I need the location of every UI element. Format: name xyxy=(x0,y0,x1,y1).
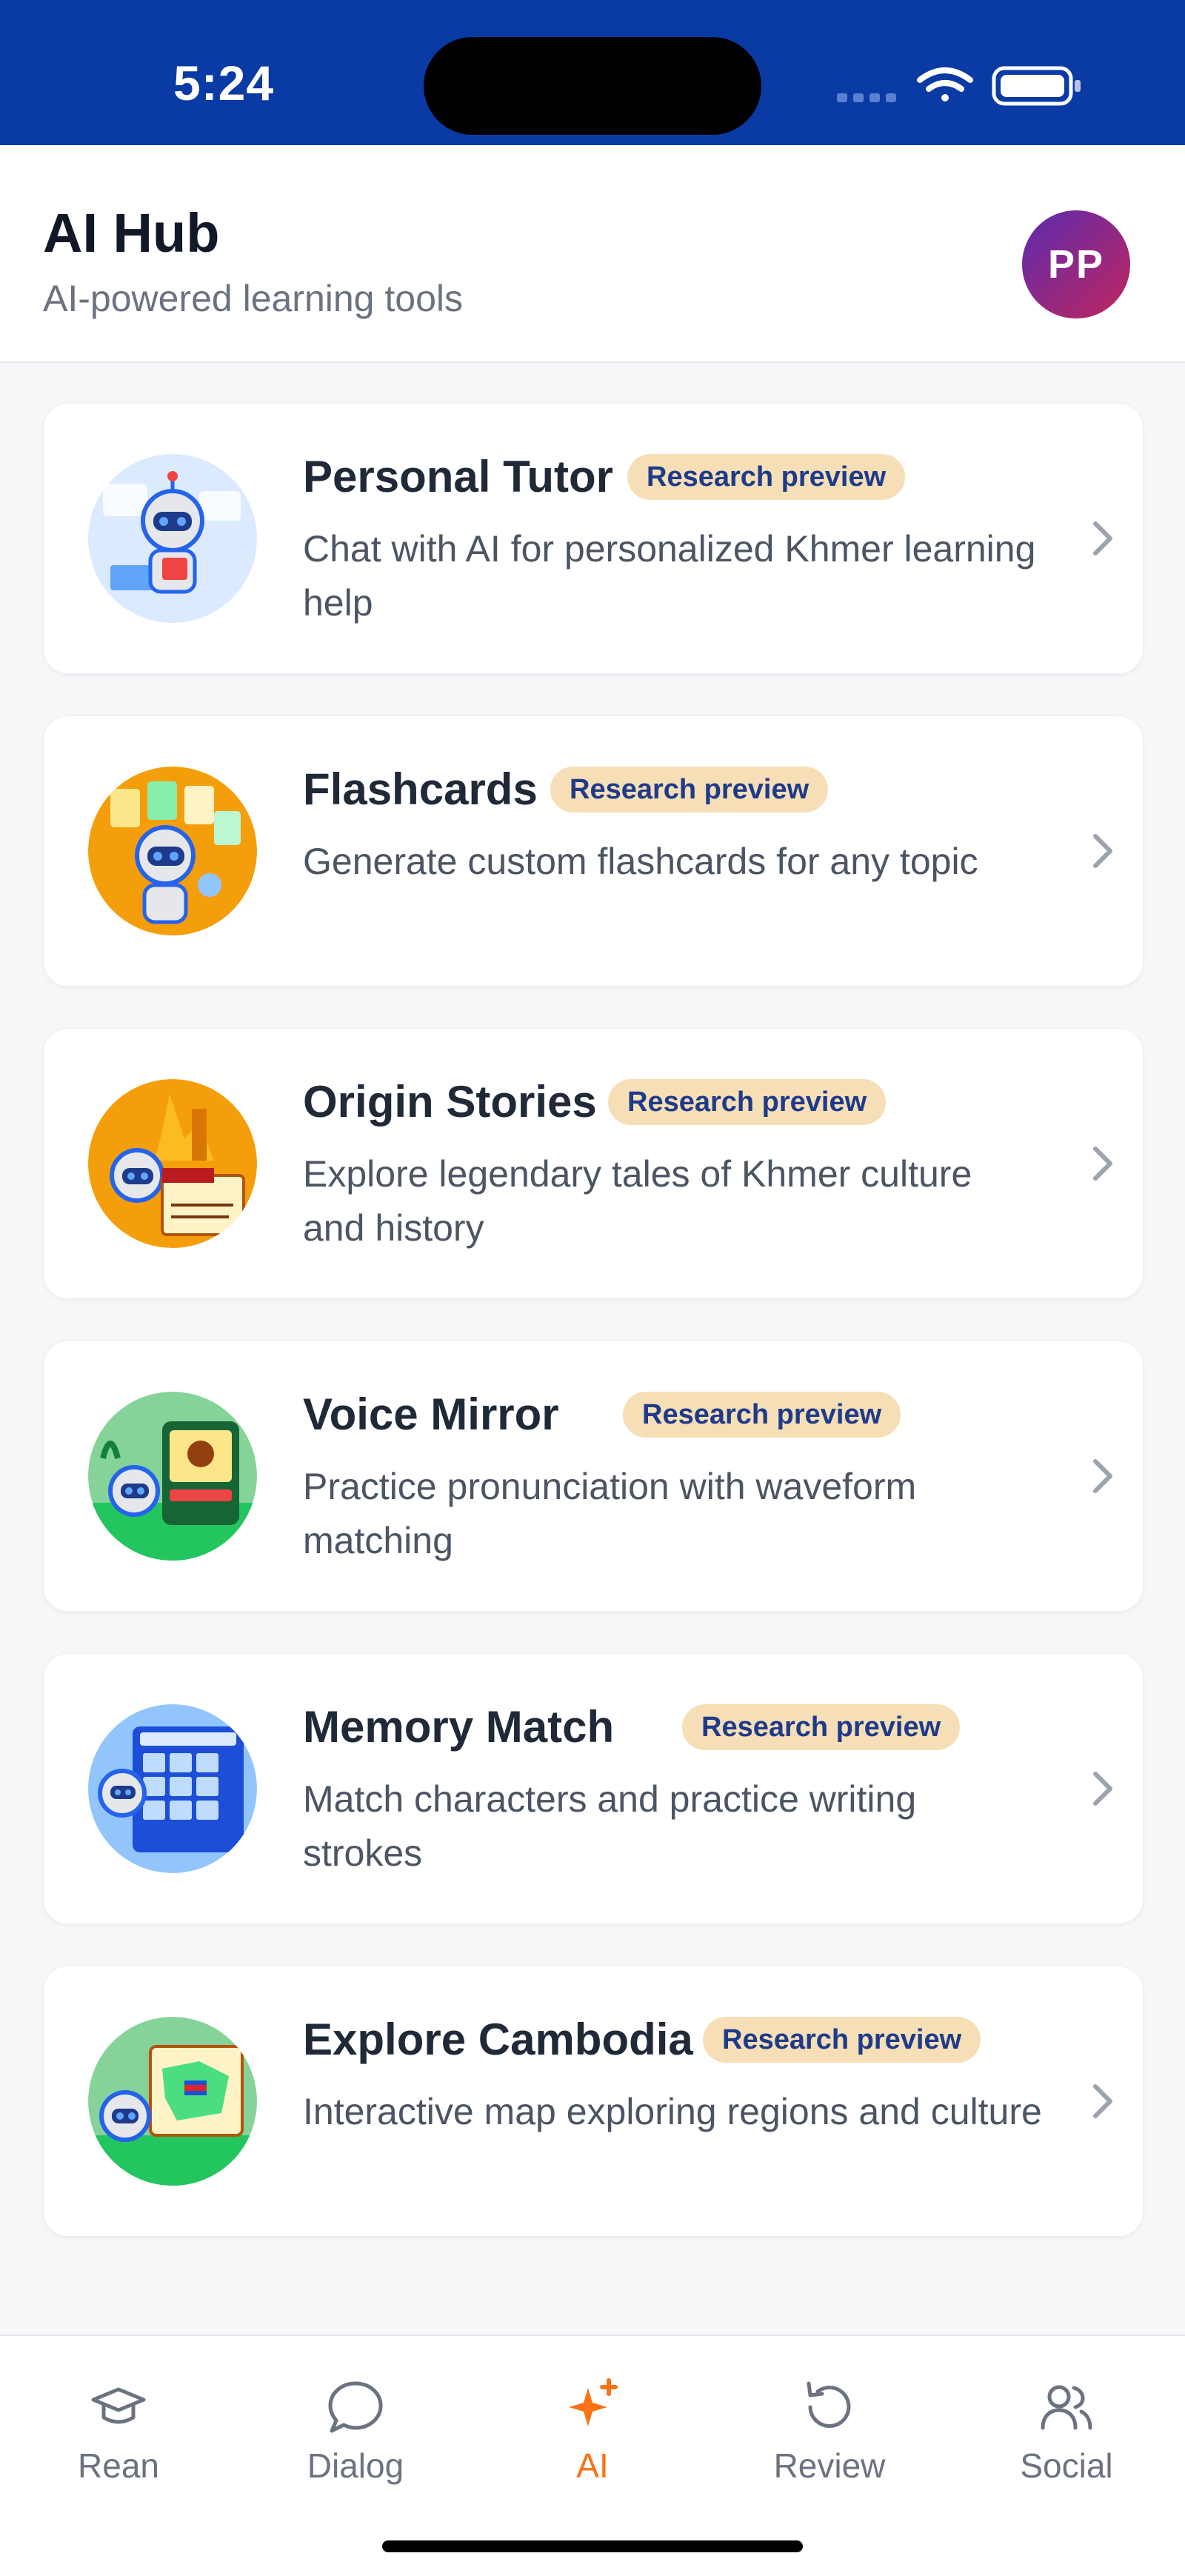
dynamic-island xyxy=(424,37,761,135)
cellular-signal-icon xyxy=(837,93,896,102)
card-description: Interactive map exploring regions and cu… xyxy=(303,2091,1042,2132)
battery-icon xyxy=(992,66,1081,106)
chevron-right-icon xyxy=(1093,521,1112,555)
wifi-icon xyxy=(917,67,973,101)
research-preview-badge: Research preview xyxy=(608,1079,887,1125)
personal-tutor-illustration xyxy=(88,454,257,623)
origin-stories-illustration xyxy=(88,1079,257,1248)
tab-review[interactable]: Review xyxy=(711,2378,948,2496)
research-preview-badge: Research preview xyxy=(682,1704,961,1750)
card-description: Match characters and practice writing st… xyxy=(303,1778,917,1874)
app-header: AI Hub AI-powered learning tools PP xyxy=(0,145,1185,363)
tab-label: Social xyxy=(1020,2446,1113,2485)
tab-dialog[interactable]: Dialog xyxy=(237,2378,474,2496)
tool-card-voice-mirror[interactable]: Voice Mirror Research preview Practice p… xyxy=(43,1341,1144,1612)
users-icon xyxy=(1041,2385,1092,2430)
tool-card-explore-cambodia[interactable]: Explore Cambodia Research preview Intera… xyxy=(43,1966,1144,2237)
chevron-right-icon xyxy=(1093,1147,1112,1181)
sparkle-icon xyxy=(569,2378,618,2426)
chevron-right-icon xyxy=(1093,834,1112,868)
tab-social[interactable]: Social xyxy=(948,2378,1185,2496)
card-title: Personal Tutor xyxy=(303,452,613,501)
chevron-right-icon xyxy=(1093,1459,1112,1493)
home-indicator xyxy=(382,2540,803,2552)
chevron-right-icon xyxy=(1093,2084,1112,2118)
flashcards-illustration xyxy=(88,767,257,935)
tab-ai[interactable]: AI xyxy=(474,2378,711,2496)
memory-match-illustration xyxy=(88,1704,257,1873)
tab-label: Review xyxy=(773,2446,886,2485)
card-description: Chat with AI for personalized Khmer lear… xyxy=(303,528,1036,624)
status-time: 5:24 xyxy=(173,56,275,110)
research-preview-badge: Research preview xyxy=(550,767,829,812)
status-bar: 5:24 xyxy=(0,0,1185,145)
page-title: AI Hub xyxy=(43,202,220,264)
tool-card-flashcards[interactable]: Flashcards Research preview Generate cus… xyxy=(43,715,1144,987)
tool-card-personal-tutor[interactable]: Personal Tutor Research preview Chat wit… xyxy=(43,403,1144,674)
card-title: Explore Cambodia xyxy=(303,2015,693,2064)
card-title: Voice Mirror xyxy=(303,1389,559,1439)
avatar[interactable]: PP xyxy=(1022,210,1130,318)
graduation-cap-icon xyxy=(91,2387,146,2424)
research-preview-badge: Research preview xyxy=(627,454,906,500)
status-icons xyxy=(837,66,1081,106)
tab-label: AI xyxy=(576,2446,609,2485)
research-preview-badge: Research preview xyxy=(703,2017,981,2063)
refresh-icon xyxy=(807,2381,851,2428)
card-title: Memory Match xyxy=(303,1702,615,1752)
chevron-right-icon xyxy=(1093,1772,1112,1806)
chat-bubble-icon xyxy=(328,2381,383,2433)
card-description: Generate custom flashcards for any topic xyxy=(303,841,978,882)
card-description: Practice pronunciation with waveform mat… xyxy=(303,1466,917,1561)
tool-card-origin-stories[interactable]: Origin Stories Research preview Explore … xyxy=(43,1028,1144,1299)
card-title: Flashcards xyxy=(303,764,538,814)
explore-cambodia-illustration xyxy=(88,2017,257,2186)
tab-rean[interactable]: Rean xyxy=(0,2378,237,2496)
card-title: Origin Stories xyxy=(303,1077,597,1127)
tab-label: Rean xyxy=(78,2446,159,2485)
card-description: Explore legendary tales of Khmer culture… xyxy=(303,1153,972,1249)
voice-mirror-illustration xyxy=(88,1392,257,1561)
research-preview-badge: Research preview xyxy=(623,1392,901,1438)
tool-card-memory-match[interactable]: Memory Match Research preview Match char… xyxy=(43,1653,1144,1924)
tab-label: Dialog xyxy=(307,2446,404,2485)
page-subtitle: AI-powered learning tools xyxy=(43,278,463,319)
